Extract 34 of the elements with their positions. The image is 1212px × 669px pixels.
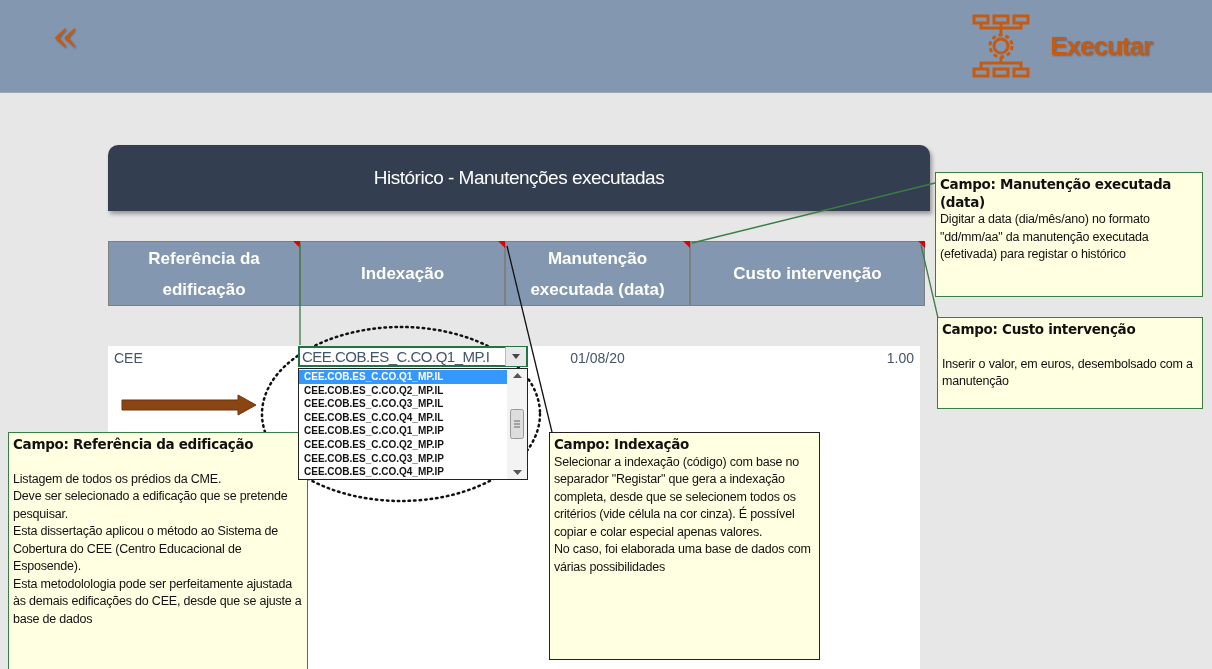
dropdown-item[interactable]: CEE.COB.ES_C.CO.Q1_MP.IP	[299, 424, 507, 438]
column-header: Indexação	[300, 241, 505, 306]
scroll-up-icon[interactable]	[512, 373, 522, 378]
comment-title: Campo: Custo intervenção	[942, 321, 1137, 339]
table-cell-text: 1.00	[885, 349, 915, 368]
comment-text: Inserir o valor, em euros, desembolsado com a manutenção	[942, 355, 1194, 390]
network-gear-icon[interactable]	[970, 13, 1033, 79]
comment-text: Listagem de todos os prédios da CME.	[13, 470, 223, 488]
dropdown-item[interactable]: CEE.COB.ES_C.CO.Q3_MP.IL	[299, 397, 507, 411]
dropdown-item[interactable]: CEE.COB.ES_C.CO.Q2_MP.IL	[299, 383, 507, 398]
column-header: Manutenção executada (data)	[505, 241, 690, 306]
comment-title: Campo: Indexação	[554, 436, 690, 454]
table-cell-text: 01/08/20	[569, 349, 626, 368]
dropdown-item[interactable]: CEE.COB.ES_C.CO.Q4_MP.IL	[299, 410, 507, 425]
comment-text: No caso, foi elaborada uma base de dados com várias possibilidades	[554, 541, 812, 576]
indexation-combo[interactable]: CEE.COB.ES_C.CO.Q1_MP.I	[298, 346, 528, 367]
scrollbar[interactable]	[507, 369, 527, 479]
scroll-down-icon[interactable]	[512, 470, 522, 475]
dropdown-item[interactable]: CEE.COB.ES_C.CO.Q4_MP.IP	[299, 465, 507, 479]
dropdown-caret-icon	[512, 354, 520, 359]
column-header: Referência da edificação	[108, 241, 300, 306]
comment-title: Campo: Referência da edificação	[13, 436, 255, 454]
banner-title: Histórico - Manutenções executadas	[373, 167, 665, 189]
table-cell-text: CEE	[113, 349, 144, 368]
dropdown-item[interactable]: CEE.COB.ES_C.CO.Q3_MP.IP	[299, 451, 507, 466]
comment-text: Esta dissertação aplicou o método ao Sistema de Cobertura do CEE (Centro Educacional de Esposende).	[13, 523, 280, 575]
scroll-thumb-icon[interactable]	[510, 409, 524, 439]
comment-text: Deve ser selecionado a edificação que se pretende pesquisar.	[13, 488, 289, 523]
comment-text: Digitar a data (dia/mês/ano) no formato "dd/mm/aa" da manutenção executada (efetivada) para registar o histórico	[940, 211, 1151, 263]
comment-title: Campo: Manutenção executada (data)	[940, 176, 1173, 211]
dropdown-item[interactable]: CEE.COB.ES_C.CO.Q2_MP.IP	[299, 437, 507, 452]
column-header: Custo intervenção	[690, 241, 925, 306]
comment-text: Selecionar a indexação (código) com base no separador "Registar" que gera a indexação completa, desde que se selecionem todos os critérios (vide célula na cor cinza). É possível copiar e colar especial apenas valores.	[554, 453, 801, 541]
comment-text: Esta metodolologia pode ser perfeitamente ajustada às demais edificações do CEE, desde que se ajuste a base de dados	[13, 575, 303, 628]
